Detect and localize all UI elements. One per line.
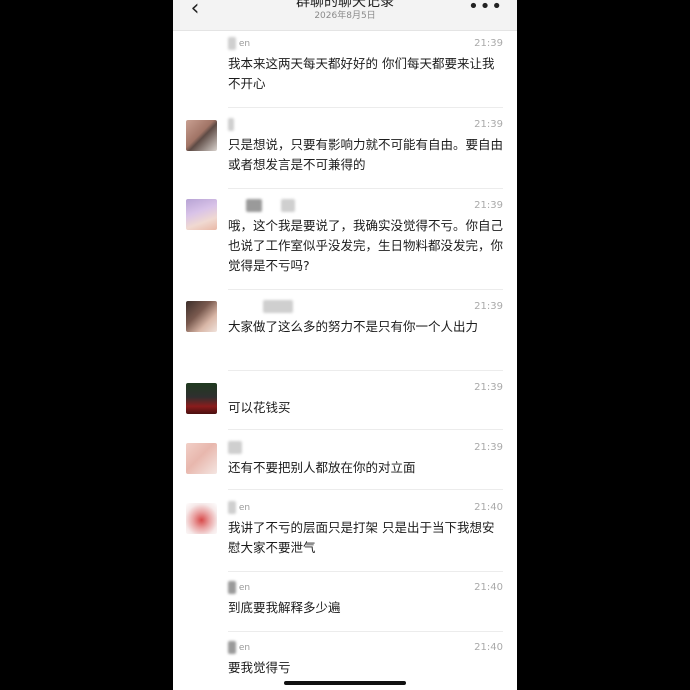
avatar[interactable] (186, 199, 217, 230)
redacted-name (228, 501, 236, 514)
avatar[interactable] (186, 383, 217, 414)
message-text: 大家做了这么多的努力不是只有你一个人出力 (228, 319, 479, 334)
avatar[interactable] (186, 120, 217, 151)
divider (228, 631, 503, 632)
navigation-bar: ‹ 群聊的聊天记录 2026年8月5日 ••• (173, 0, 517, 31)
list-item: en 21:39 我本来这两天每天都好好的 你们每天都要来让我不开心 (173, 37, 517, 107)
redacted-name (228, 581, 236, 594)
page-date: 2026年8月5日 (314, 11, 376, 21)
redacted-name (228, 118, 234, 131)
message-time: 21:39 (474, 200, 503, 211)
sender-name: en (228, 641, 250, 655)
message-text: 要我觉得亏 (228, 660, 291, 675)
list-item: 21:39 大家做了这么多的努力不是只有你一个人出力 (173, 300, 517, 370)
sender-name (228, 118, 234, 132)
divider (228, 489, 503, 490)
redacted-name (228, 441, 242, 454)
list-item: 21:39 还有不要把别人都放在你的对立面 (173, 441, 517, 489)
redacted-name (246, 199, 262, 212)
message-text: 我讲了不亏的层面只是打架 只是出于当下我想安慰大家不要泄气 (228, 520, 495, 555)
message-time: 21:39 (474, 119, 503, 130)
sender-name (228, 441, 242, 455)
chat-history-screen: ‹ 群聊的聊天记录 2026年8月5日 ••• en 21:39 我本来这两天每… (173, 0, 517, 690)
avatar[interactable] (186, 503, 217, 534)
message-text: 到底要我解释多少遍 (228, 600, 341, 615)
divider (228, 188, 503, 189)
divider (228, 107, 503, 108)
sender-name (228, 199, 295, 213)
sender-name: en (228, 37, 250, 51)
message-time: 21:40 (474, 502, 503, 513)
message-time: 21:39 (474, 442, 503, 453)
message-text: 哦，这个我是要说了，我确实没觉得不亏。你自己也说了工作室似乎没发完，生日物料都没… (228, 218, 504, 273)
redacted-name (228, 37, 236, 50)
message-time: 21:39 (474, 38, 503, 49)
message-text: 我本来这两天每天都好好的 你们每天都要来让我不开心 (228, 56, 495, 91)
list-item: 21:39 哦，这个我是要说了，我确实没觉得不亏。你自己也说了工作室似乎没发完，… (173, 199, 517, 289)
sender-name: en (228, 581, 250, 595)
list-item: en 21:40 到底要我解释多少遍 (173, 581, 517, 629)
message-time: 21:39 (474, 382, 503, 393)
redacted-name (263, 300, 293, 313)
message-text: 还有不要把别人都放在你的对立面 (228, 460, 416, 475)
message-time: 21:40 (474, 582, 503, 593)
more-dots-icon[interactable]: ••• (468, 0, 503, 18)
divider (228, 370, 503, 371)
message-text: 可以花钱买 (228, 400, 291, 415)
redacted-name (228, 641, 236, 654)
message-text: 只是想说，只要有影响力就不可能有自由。要自由或者想发言是不可兼得的 (228, 137, 504, 172)
sender-name (228, 300, 293, 314)
list-item: 21:39 只是想说，只要有影响力就不可能有自由。要自由或者想发言是不可兼得的 (173, 118, 517, 188)
sender-name: en (228, 501, 250, 515)
divider (228, 289, 503, 290)
message-time: 21:40 (474, 642, 503, 653)
divider (228, 571, 503, 572)
redacted-name (280, 199, 295, 212)
avatar[interactable] (186, 443, 217, 474)
list-item: 21:39 可以花钱买 (173, 381, 517, 429)
list-item: en 21:40 我讲了不亏的层面只是打架 只是出于当下我想安慰大家不要泄气 (173, 501, 517, 571)
list-item: en 21:40 要我觉得亏 (173, 641, 517, 681)
avatar[interactable] (186, 301, 217, 332)
divider (228, 429, 503, 430)
home-indicator[interactable] (284, 681, 406, 685)
message-time: 21:39 (474, 301, 503, 312)
